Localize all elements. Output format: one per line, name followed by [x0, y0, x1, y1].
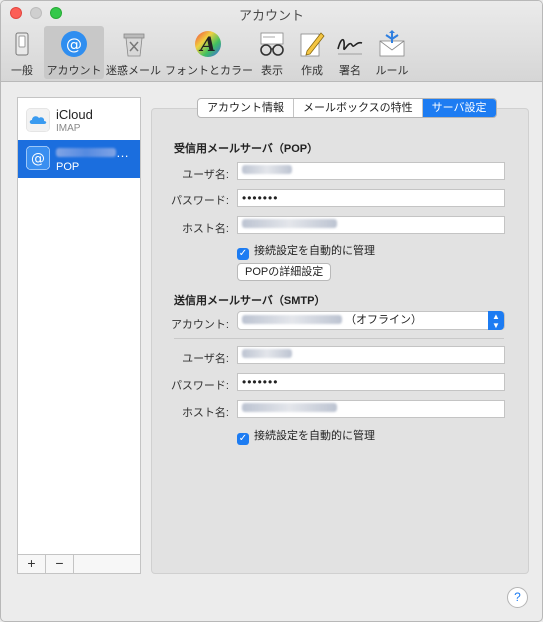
redacted-text — [242, 219, 337, 228]
outgoing-password-field[interactable]: ••••••• — [237, 373, 505, 391]
section-divider — [174, 338, 504, 339]
icloud-icon — [26, 108, 50, 132]
toolbar-fonts-colors[interactable]: A フォントとカラー — [165, 26, 253, 79]
outgoing-host-field[interactable] — [237, 400, 505, 418]
toolbar-label: 表示 — [261, 65, 283, 77]
account-name-suffix: … — [116, 145, 129, 160]
toolbar-label: 一般 — [11, 65, 33, 77]
account-list[interactable]: iCloud IMAP @ … POP + − — [17, 97, 141, 574]
svg-text:@: @ — [31, 151, 45, 167]
svg-text:@: @ — [66, 35, 82, 54]
preferences-window: アカウント 一般 @ アカウント 迷惑メール A フォントとカラー 表示 作成 … — [0, 0, 543, 622]
incoming-user-field[interactable] — [237, 162, 505, 180]
toolbar: アカウント 一般 @ アカウント 迷惑メール A フォントとカラー 表示 作成 … — [1, 1, 542, 82]
toolbar-composing[interactable]: 作成 — [296, 26, 328, 79]
redacted-text — [56, 148, 116, 157]
smtp-account-status: （オフライン） — [345, 314, 423, 326]
toolbar-label: 署名 — [339, 65, 361, 77]
checkbox-checked-icon[interactable]: ✓ — [237, 433, 249, 445]
tab-server-settings[interactable]: サーバ設定 — [422, 99, 496, 117]
account-list-footer: + − — [18, 554, 140, 573]
signature-icon — [337, 38, 363, 55]
outgoing-account-label: アカウント: — [170, 319, 229, 331]
toolbar-accounts[interactable]: @ アカウント — [44, 26, 104, 79]
at-sign-icon: @ — [26, 146, 50, 170]
incoming-host-field[interactable] — [237, 216, 505, 234]
incoming-section-title: 受信用メールサーバ（POP） — [174, 143, 319, 155]
svg-text:A: A — [198, 32, 216, 56]
window-title: アカウント — [238, 8, 304, 23]
switch-icon — [15, 32, 29, 56]
tab-account-info[interactable]: アカウント情報 — [198, 99, 294, 117]
checkbox-checked-icon[interactable]: ✓ — [237, 248, 249, 260]
incoming-host-label: ホスト名: — [181, 223, 229, 235]
font-color-icon: A — [194, 31, 221, 57]
account-name: … — [56, 145, 129, 160]
trash-icon — [123, 33, 144, 57]
outgoing-auto-manage-label: 接続設定を自動的に管理 — [254, 430, 375, 442]
account-type: IMAP — [56, 123, 81, 134]
at-sign-icon: @ — [61, 31, 87, 57]
incoming-auto-manage[interactable]: ✓ 接続設定を自動的に管理 — [237, 242, 375, 260]
redacted-text — [242, 165, 292, 174]
toolbar-general[interactable]: 一般 — [6, 26, 38, 79]
account-item-pop[interactable]: @ … POP — [18, 140, 140, 178]
smtp-account-select[interactable]: （オフライン） ▲ ▼ — [237, 311, 505, 330]
help-button[interactable]: ? — [507, 587, 528, 608]
outgoing-section-title: 送信用メールサーバ（SMTP） — [174, 295, 326, 307]
outgoing-password-label: パスワード: — [170, 380, 229, 392]
toolbar-rules[interactable]: ルール — [374, 26, 410, 79]
toolbar-viewing[interactable]: 表示 — [256, 26, 288, 79]
toolbar-label: ルール — [375, 65, 409, 77]
incoming-password-field[interactable]: ••••••• — [237, 189, 505, 207]
account-item-icloud[interactable]: iCloud IMAP — [18, 102, 140, 140]
toolbar-label: 迷惑メール — [106, 65, 161, 77]
redacted-text — [242, 315, 342, 324]
outgoing-auto-manage[interactable]: ✓ 接続設定を自動的に管理 — [237, 427, 375, 445]
glasses-icon — [260, 32, 284, 56]
add-account-button[interactable]: + — [18, 555, 46, 573]
pop-advanced-button[interactable]: POPの詳細設定 — [237, 263, 332, 281]
rules-icon — [379, 30, 405, 57]
settings-tabs: アカウント情報 メールボックスの特性 サーバ設定 — [197, 98, 497, 118]
chevron-up-down-icon: ▲ ▼ — [488, 311, 504, 330]
redacted-text — [242, 349, 292, 358]
incoming-user-label: ユーザ名: — [182, 169, 229, 181]
incoming-password-label: パスワード: — [170, 195, 229, 207]
account-type: POP — [56, 161, 80, 173]
incoming-auto-manage-label: 接続設定を自動的に管理 — [254, 245, 375, 257]
outgoing-user-field[interactable] — [237, 346, 505, 364]
toolbar-label: アカウント — [46, 65, 102, 77]
toolbar-label: フォントとカラー — [165, 65, 253, 77]
outgoing-host-label: ホスト名: — [181, 407, 229, 419]
tab-mailbox-behaviors[interactable]: メールボックスの特性 — [294, 99, 423, 117]
account-name: iCloud — [56, 107, 93, 122]
redacted-text — [242, 403, 337, 412]
remove-account-button[interactable]: − — [46, 555, 74, 573]
outgoing-user-label: ユーザ名: — [182, 353, 229, 365]
toolbar-junk[interactable]: 迷惑メール — [106, 26, 161, 79]
toolbar-label: 作成 — [301, 65, 323, 77]
toolbar-signatures[interactable]: 署名 — [334, 26, 366, 79]
pencil-icon — [300, 32, 325, 57]
